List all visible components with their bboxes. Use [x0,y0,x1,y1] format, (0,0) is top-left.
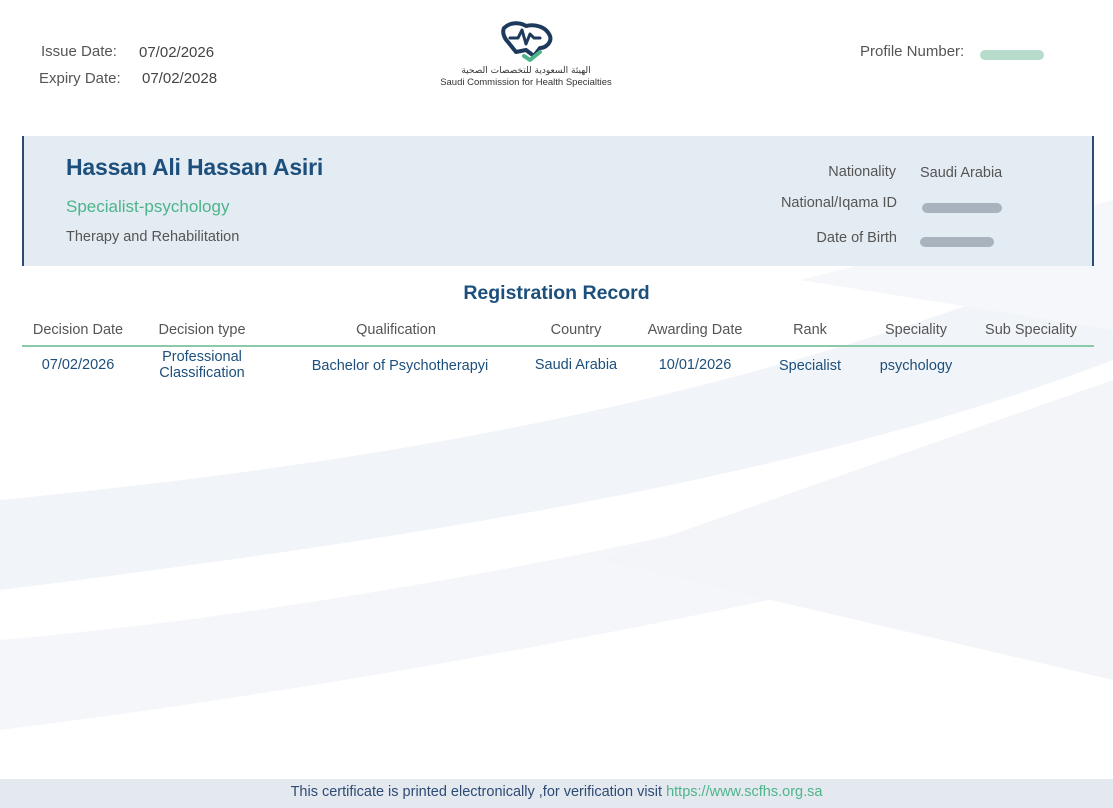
column-header-decision-type: Decision type [158,322,246,338]
column-header-qualification: Qualification [356,322,436,338]
person-title: Specialist-psychology [66,197,230,216]
profile-number-label: Profile Number: [860,43,965,60]
issue-date-label: Issue Date: [41,43,117,60]
column-header-awarding-date: Awarding Date [647,322,743,338]
cell-decision-type-line2: Classification [159,365,245,381]
column-header-sub-speciality: Sub Speciality [985,322,1077,338]
dob-redacted [920,234,994,252]
footer-message: This certificate is printed electronical… [290,784,667,800]
profile-number-redacted [980,47,1044,65]
dob-label: Date of Birth [816,230,897,246]
expiry-date-label: Expiry Date: [39,70,121,87]
cell-rank: Specialist [778,358,842,374]
cell-speciality: psychology [879,358,953,374]
verification-link[interactable]: https://www.scfhs.org.sa [666,784,822,800]
registration-record-title: Registration Record [463,282,650,304]
footer-text: This certificate is printed electronical… [0,784,1113,800]
logo-text-arabic: الهيئة السعودية للتخصصات الصحية [461,66,591,76]
background-watermark [0,200,1113,730]
column-header-country: Country [550,322,602,338]
logo-mark-icon [501,21,553,62]
national-id-label: National/Iqama ID [780,195,897,211]
column-header-speciality: Speciality [884,322,948,338]
person-department: Therapy and Rehabilitation [66,229,240,245]
issue-date-value: 07/02/2026 [139,44,215,61]
column-header-rank: Rank [793,322,827,338]
cell-qualification: Bachelor of Psychotherapyi [311,358,489,374]
cell-decision-type-line1: Professional [162,349,242,365]
cell-decision-date: 07/02/2026 [41,357,115,373]
column-header-decision-date: Decision Date [32,322,124,338]
table-header-divider [22,345,1094,347]
national-id-redacted [922,200,1002,218]
nationality-value: Saudi Arabia [920,165,1003,181]
nationality-label: Nationality [828,164,896,180]
scfhs-logo: الهيئة السعودية للتخصصات الصحية Saudi Co… [440,20,612,100]
cell-awarding-date: 10/01/2026 [658,357,732,373]
expiry-date-value: 07/02/2028 [142,70,218,87]
cell-country: Saudi Arabia [534,357,618,373]
cell-decision-type: Professional Classification [142,349,262,381]
person-name: Hassan Ali Hassan Asiri [66,154,324,180]
logo-text-english: Saudi Commission for Health Specialties [440,77,612,88]
